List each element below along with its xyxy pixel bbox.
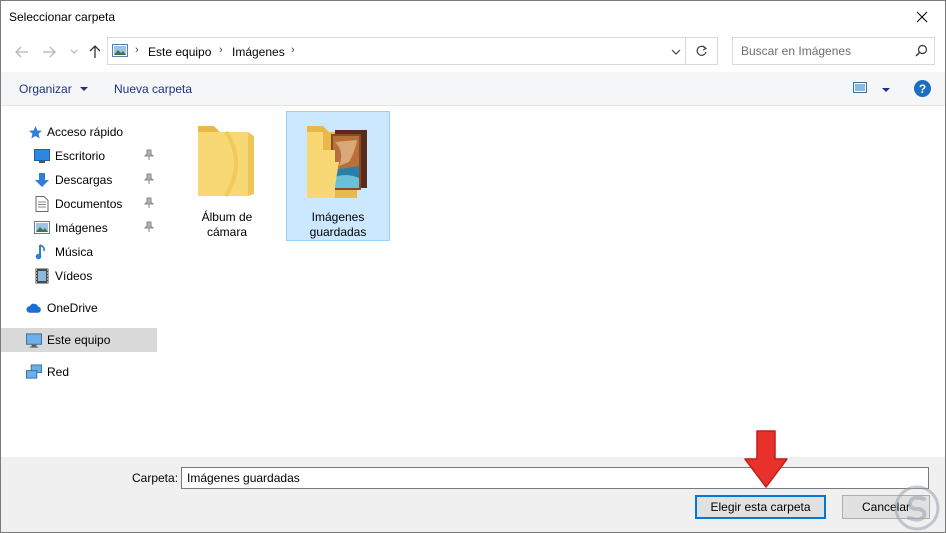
sidebar-item-label: Red [47,365,70,379]
search-icon[interactable] [915,44,928,60]
select-folder-dialog: Seleccionar carpeta › Este equipo › Imág… [0,0,946,533]
star-icon [27,124,43,140]
arrow-right-icon [43,46,56,58]
folder-label-line1: Imágenes [311,210,365,224]
pin-icon [143,173,155,188]
search-input[interactable] [733,38,908,64]
sidebar-item-downloads[interactable]: Descargas [1,168,157,192]
breadcrumb-este-equipo[interactable]: Este equipo [148,45,211,59]
folder-label-line2: cámara [206,225,247,239]
new-folder-button[interactable]: Nueva carpeta [114,82,192,96]
address-bar[interactable]: › Este equipo › Imágenes › [107,37,686,65]
sidebar-item-label: Descargas [55,173,113,187]
document-icon [34,196,50,212]
sidebar-item-quick-access[interactable]: Acceso rápido [1,120,157,144]
chevron-down-icon [671,49,681,55]
sidebar-item-label: Imágenes [55,221,108,235]
breadcrumb-imagenes[interactable]: Imágenes [232,45,285,59]
annotation-arrow-icon [744,430,788,488]
folder-item-saved-pictures[interactable]: Imágenes guardadas [286,111,390,241]
folder-label-line1: Álbum de [201,210,253,224]
sidebar-item-pictures[interactable]: Imágenes [1,216,157,240]
sidebar-item-label: Escritorio [55,149,106,163]
arrow-up-icon [89,45,101,58]
sidebar-item-label: Música [55,245,94,259]
caret-down-icon [80,87,89,92]
navigation-pane: Acceso rápido Escritorio Descargas Docum… [1,107,161,457]
desktop-icon [34,148,50,164]
refresh-icon [696,45,708,56]
breadcrumb-separator: › [135,44,139,56]
chevron-down-icon [70,49,78,54]
pin-icon [143,149,155,164]
sidebar-item-this-pc[interactable]: Este equipo [1,328,157,352]
cloud-icon [26,300,42,316]
choose-folder-button[interactable]: Elegir esta carpeta [695,495,826,519]
search-box [732,37,935,65]
change-view-button[interactable] [853,82,891,96]
sidebar-item-label: Este equipo [47,333,111,347]
organize-label: Organizar [19,82,72,96]
pictures-icon [34,220,50,236]
dialog-footer: Carpeta: Elegir esta carpeta Cancelar [1,457,945,532]
folder-item-camera-roll[interactable]: Álbum de cámara [175,111,279,241]
caret-down-icon [882,88,891,92]
sidebar-item-onedrive[interactable]: OneDrive [1,296,157,320]
close-icon [916,11,928,22]
sidebar-item-documents[interactable]: Documentos [1,192,157,216]
sidebar-item-music[interactable]: Música [1,240,157,264]
pin-icon [143,197,155,212]
window-title: Seleccionar carpeta [9,10,116,24]
refresh-button[interactable] [686,37,718,65]
network-icon [26,364,42,380]
computer-icon [26,332,42,348]
back-button[interactable] [13,43,31,61]
folder-field-label: Carpeta: [132,471,179,485]
help-button[interactable]: ? [914,80,931,97]
sidebar-item-label: Acceso rápido [47,125,124,139]
organize-button[interactable]: Organizar [19,82,89,96]
forward-button[interactable] [40,43,58,61]
sidebar-item-label: Vídeos [55,269,93,283]
folder-icon [198,126,254,198]
breadcrumb-separator: › [291,44,295,56]
music-icon [34,244,50,260]
sidebar-item-label: Documentos [55,197,123,211]
sidebar-item-videos[interactable]: Vídeos [1,264,157,288]
folder-label-line2: guardadas [309,225,367,239]
sidebar-item-label: OneDrive [47,301,98,315]
breadcrumb-separator: › [219,44,223,56]
video-icon [34,268,50,284]
address-history-button[interactable] [671,45,681,59]
download-icon [34,172,50,188]
title-bar: Seleccionar carpeta [1,1,945,32]
navigation-bar: › Este equipo › Imágenes › [1,32,945,72]
sidebar-item-desktop[interactable]: Escritorio [1,144,157,168]
watermark-logo-icon [894,485,940,531]
view-icon [853,82,867,93]
folder-name-input[interactable] [181,467,929,489]
arrow-left-icon [15,46,28,58]
pin-icon [143,221,155,236]
command-toolbar: Organizar Nueva carpeta ? [1,72,945,106]
up-button[interactable] [86,43,104,61]
folder-pictures-icon [307,126,367,198]
close-button[interactable] [899,1,945,32]
pictures-location-icon [112,44,128,61]
recent-locations-button[interactable] [65,43,83,61]
sidebar-item-network[interactable]: Red [1,360,157,384]
folder-view: Álbum de cámara Imágenes guardadas [161,107,945,457]
